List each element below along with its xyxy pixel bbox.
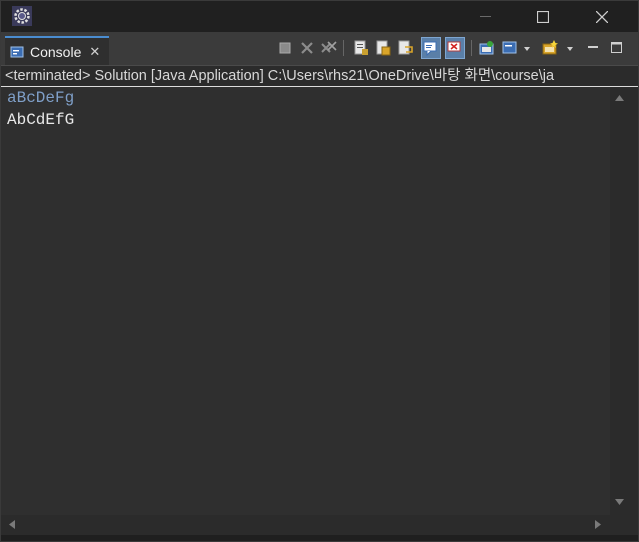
toolbar-separator [343, 40, 344, 56]
scroll-right-icon[interactable] [595, 520, 601, 529]
clear-console-button[interactable] [351, 37, 371, 59]
scrollbar-corner [610, 515, 630, 535]
console-icon [10, 46, 24, 57]
minimize-icon [588, 45, 598, 48]
terminate-button[interactable] [275, 37, 295, 59]
show-on-stdout-button[interactable] [421, 37, 441, 59]
show-on-stderr-icon [447, 41, 461, 52]
open-console-button[interactable] [541, 37, 579, 59]
word-wrap-button[interactable] [395, 37, 415, 59]
scroll-up-icon[interactable] [615, 95, 624, 101]
pin-console-button[interactable] [477, 37, 497, 59]
maximize-button[interactable] [514, 1, 572, 32]
maximize-icon [610, 41, 622, 53]
display-selected-console-icon [502, 41, 530, 54]
minimize-button[interactable] [456, 1, 514, 32]
vertical-scrollbar[interactable] [610, 87, 630, 515]
close-icon [596, 10, 608, 23]
scroll-lock-icon [376, 40, 391, 56]
clear-console-icon [354, 40, 368, 55]
show-on-stdout-icon [423, 41, 437, 56]
minimize-icon [479, 15, 491, 17]
word-wrap-icon [398, 40, 413, 55]
tab-console[interactable]: Console ✕ [5, 36, 109, 65]
tab-label: Console [30, 43, 82, 60]
eclipse-gear-icon [12, 6, 32, 26]
horizontal-scrollbar[interactable] [1, 515, 610, 535]
terminate-icon [279, 42, 291, 54]
maximize-icon [537, 10, 549, 23]
remove-launch-icon [301, 42, 313, 54]
console-line-output: AbCdEfG [7, 111, 75, 129]
tab-close-icon[interactable]: ✕ [89, 44, 100, 60]
display-selected-console-button[interactable] [501, 37, 535, 59]
remove-all-terminated-icon [321, 41, 337, 53]
remove-launch-button[interactable] [297, 37, 317, 59]
pin-console-icon [479, 41, 494, 55]
remove-all-terminated-button[interactable] [319, 37, 339, 59]
view-maximize-button[interactable] [608, 39, 624, 55]
view-minimize-button[interactable] [585, 39, 601, 55]
window-bottom-edge [1, 535, 638, 541]
title-bar [1, 1, 638, 32]
process-description: <terminated> Solution [Java Application]… [1, 66, 638, 87]
console-output[interactable]: aBcDeFg AbCdEfG [1, 87, 610, 515]
close-button[interactable] [573, 1, 631, 32]
toolbar-separator [471, 40, 472, 56]
scroll-left-icon[interactable] [9, 520, 15, 529]
show-on-stderr-button[interactable] [445, 37, 465, 59]
scroll-lock-button[interactable] [373, 37, 393, 59]
scroll-down-icon[interactable] [615, 499, 624, 505]
console-window: Console ✕ <terminated> Solution [Java Ap… [0, 0, 639, 542]
console-line-input: aBcDeFg [7, 89, 75, 107]
open-console-icon [542, 40, 573, 55]
